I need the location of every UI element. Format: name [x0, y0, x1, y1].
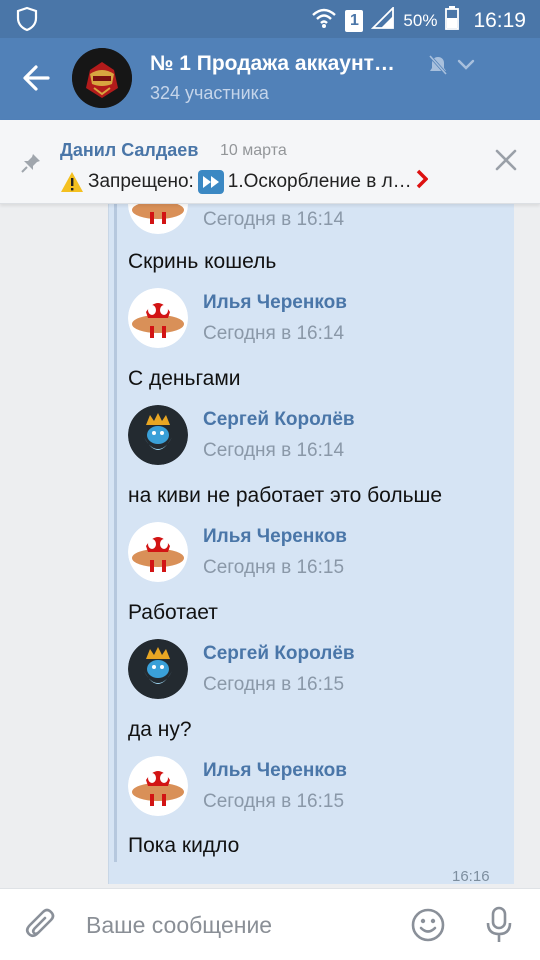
close-icon[interactable]: [494, 148, 518, 177]
signal-icon: [371, 5, 395, 34]
message-time: Сегодня в 16:15: [203, 557, 345, 578]
message-text: Пока кидло: [128, 834, 240, 857]
member-count: 324 участника: [150, 83, 269, 103]
message-text: Работает: [128, 601, 218, 624]
message-time: Сегодня в 16:15: [203, 674, 345, 695]
chevron-down-icon[interactable]: [456, 58, 476, 77]
author-name[interactable]: Илья Черенков: [203, 760, 347, 782]
paperclip-icon[interactable]: [24, 907, 58, 948]
avatar-ilya[interactable]: [128, 288, 188, 348]
battery-level: 50%: [403, 10, 438, 30]
battery-icon: [445, 6, 460, 35]
pinned-text-b: 1.Оскорбление в л…: [227, 171, 412, 192]
message-text: С деньгами: [128, 367, 241, 390]
red-chevron-icon: [416, 168, 429, 196]
message-time: Сегодня в 16:14: [203, 209, 345, 230]
message-time: Сегодня в 16:14: [203, 440, 345, 461]
chat-avatar[interactable]: [72, 48, 132, 108]
clock: 16:19: [473, 8, 526, 32]
quote-bar: [114, 204, 117, 862]
message-time: Сегодня в 16:15: [203, 791, 345, 812]
pinned-message[interactable]: Данил Салдаев 10 марта Запрещено: 1.Оско…: [0, 120, 540, 204]
wifi-icon: [311, 7, 337, 34]
message-time: Сегодня в 16:14: [203, 323, 345, 344]
pinned-text: Запрещено: 1.Оскорбление в л…: [60, 168, 429, 196]
shield-icon: [16, 6, 38, 37]
status-bar: 1 50% 16:19: [0, 0, 540, 38]
message-text: на киви не работает это больше: [128, 484, 443, 507]
pinned-text-a: Запрещено:: [88, 171, 194, 192]
avatar-sergey[interactable]: [128, 639, 188, 699]
avatar-sergey[interactable]: [128, 405, 188, 465]
message-input[interactable]: [86, 907, 386, 943]
chat-title[interactable]: № 1 Продажа аккаунт…: [150, 52, 395, 76]
sim-icon: 1: [345, 9, 364, 32]
fast-forward-icon: [197, 170, 224, 194]
warning-icon: [60, 171, 84, 193]
message-list[interactable]: Сегодня в 16:14 Скринь кошель Илья Черен…: [0, 204, 540, 888]
mute-icon: [428, 54, 448, 81]
author-name[interactable]: Илья Черенков: [203, 526, 347, 548]
back-arrow-icon[interactable]: [18, 58, 58, 98]
author-name[interactable]: Илья Черенков: [203, 292, 347, 314]
avatar-ilya[interactable]: [128, 756, 188, 816]
bubble-timestamp: 16:16: [452, 868, 490, 885]
author-name[interactable]: Сергей Королёв: [203, 643, 355, 665]
pinned-author[interactable]: Данил Салдаев: [60, 140, 198, 161]
author-name[interactable]: Сергей Королёв: [203, 409, 355, 431]
pin-icon: [20, 152, 42, 179]
microphone-icon[interactable]: [484, 905, 514, 950]
avatar-ilya[interactable]: [128, 522, 188, 582]
message-text: Скринь кошель: [128, 250, 277, 273]
chat-header: № 1 Продажа аккаунт… 324 участника: [0, 38, 540, 120]
emoji-icon[interactable]: [410, 907, 446, 948]
pinned-date: 10 марта: [220, 142, 287, 159]
message-text: да ну?: [128, 718, 192, 741]
message-composer: [0, 888, 540, 960]
